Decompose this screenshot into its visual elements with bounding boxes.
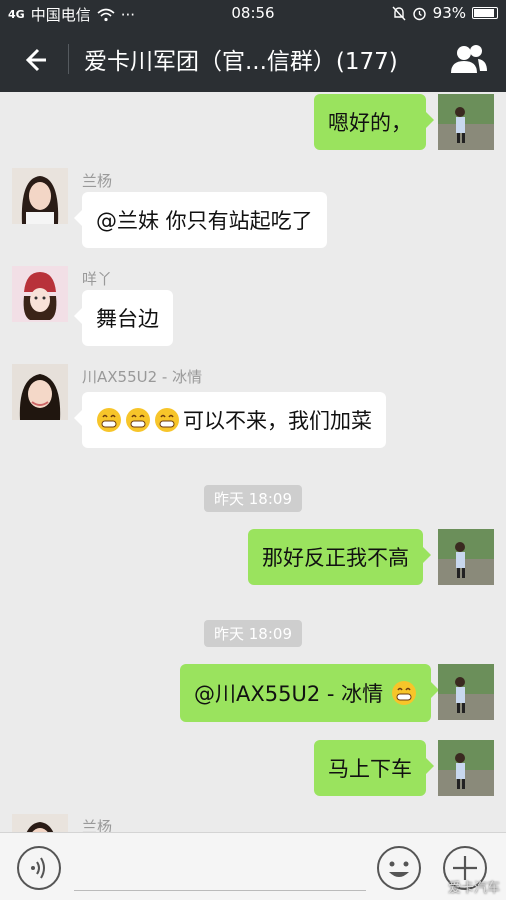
sender-name: 咩丫: [82, 270, 113, 288]
message-bubble[interactable]: 马上下车: [314, 740, 434, 796]
mute-bell-icon: [392, 6, 406, 20]
message-bubble[interactable]: 可以不来，我们加菜: [74, 392, 386, 448]
status-bar: 4G 中国电信 ··· 08:56 93%: [0, 0, 506, 26]
lanyang-avatar[interactable]: [12, 814, 68, 832]
watermark: 爱卡汽车: [447, 881, 500, 896]
self-avatar[interactable]: [438, 740, 494, 796]
grin-emoji-icon: [392, 681, 417, 705]
grin-emoji-icon: [126, 408, 150, 432]
message-list[interactable]: 嗯好的， 兰杨 @兰妹 你只有站起吃了 咩丫 舞台边 川AX55U2 - 冰情 …: [0, 92, 506, 832]
timestamp: 昨天 18:09: [204, 485, 302, 512]
message-bubble[interactable]: 舞台边: [74, 290, 173, 346]
message-bubble[interactable]: 嗯好的，: [314, 94, 434, 150]
grin-emoji-icon: [97, 408, 121, 432]
self-avatar[interactable]: [438, 664, 494, 720]
message-bubble[interactable]: @兰妹 你只有站起吃了: [74, 192, 327, 248]
sender-name: 兰杨: [82, 818, 113, 832]
smiley-icon[interactable]: [376, 845, 422, 891]
back-arrow-icon[interactable]: [18, 44, 50, 76]
alarm-icon: [412, 7, 426, 20]
bingqing-avatar[interactable]: [12, 364, 68, 420]
sender-name: 兰杨: [82, 172, 113, 190]
header-divider: [68, 44, 69, 74]
mieya-avatar[interactable]: [12, 266, 68, 322]
group-members-icon[interactable]: [450, 42, 488, 76]
self-avatar[interactable]: [438, 94, 494, 150]
lanyang-avatar[interactable]: [12, 168, 68, 224]
battery-percent: 93%: [432, 4, 466, 22]
sender-name: 川AX55U2 - 冰情: [82, 368, 203, 386]
message-bubble[interactable]: @川AX55U2 - 冰情: [180, 664, 440, 722]
message-input[interactable]: [74, 845, 366, 891]
voice-icon[interactable]: [16, 845, 62, 891]
chat-header: 爱卡川军团（官...信群）(177): [0, 26, 506, 92]
clock: 08:56: [231, 4, 275, 22]
message-bubble[interactable]: 那好反正我不高: [248, 529, 431, 585]
timestamp: 昨天 18:09: [204, 620, 302, 647]
battery-icon: [472, 7, 498, 19]
grin-emoji-icon: [155, 408, 179, 432]
input-bar: 爱卡汽车: [0, 832, 506, 900]
chat-title: 爱卡川军团（官...信群）(177): [84, 49, 398, 75]
self-avatar[interactable]: [438, 529, 494, 585]
